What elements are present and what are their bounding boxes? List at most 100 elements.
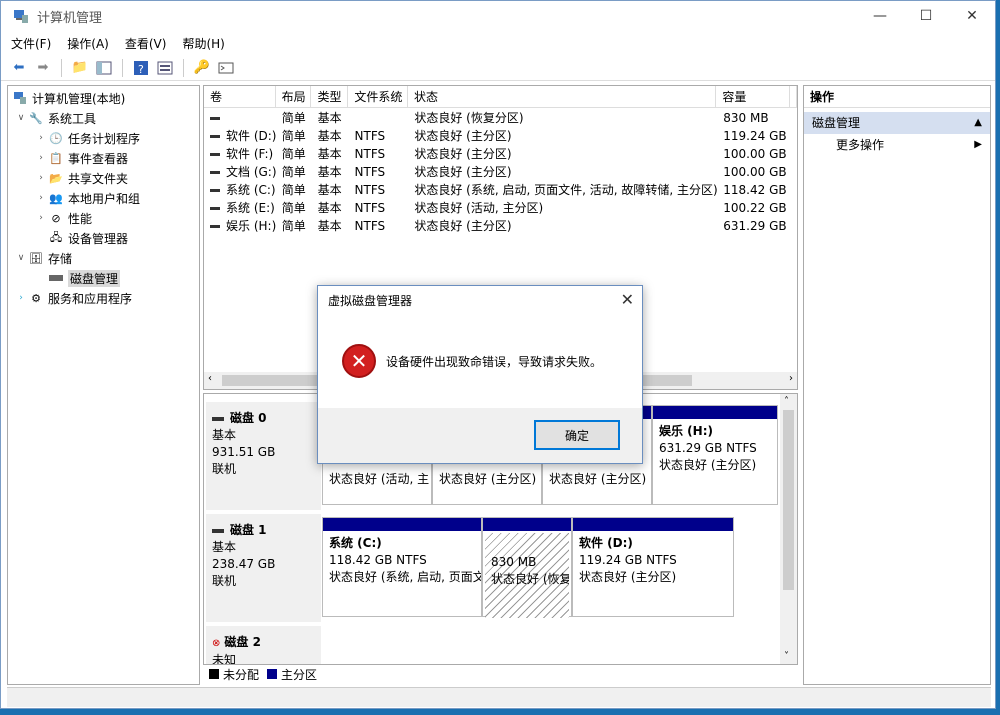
tree-shared-folders[interactable]: › 📂 共享文件夹 <box>34 168 128 188</box>
chevron-down-icon[interactable]: ∨ <box>14 113 28 123</box>
help-icon[interactable]: ? <box>131 58 151 78</box>
tree-performance[interactable]: › ⊘ 性能 <box>34 208 92 228</box>
chevron-right-icon[interactable]: › <box>34 173 48 183</box>
menu-file[interactable]: 文件(F) <box>11 35 51 52</box>
scroll-right-icon[interactable]: › <box>789 373 793 384</box>
col-volume[interactable]: 卷 <box>204 86 276 107</box>
col-status[interactable]: 状态 <box>408 86 717 107</box>
tree-services-label: 服务和应用程序 <box>48 291 133 306</box>
tree-performance-label: 性能 <box>68 211 93 226</box>
volume-cell-status: 状态良好 (主分区) <box>414 129 512 143</box>
col-extra[interactable] <box>790 86 797 107</box>
volume-row[interactable]: 软件 (D:) 简单基本 NTFS 状态良好 (主分区) 119.24 GB 1 <box>204 127 797 145</box>
volume-row[interactable]: 系统 (C:) 简单 基本 NTFS 状态良好 (系统, 启动, 页面文件, 活动, 故… <box>204 181 797 199</box>
tree-storage[interactable]: ∨ 🗄 存储 <box>14 248 72 268</box>
disk1-partition-c[interactable]: 系统 (C:) 118.42 GB NTFS 状态良好 (系统, 启动, 页面文 <box>322 517 482 617</box>
dialog-close-button[interactable]: ✕ <box>621 290 634 309</box>
tree-services[interactable]: › ⚙ 服务和应用程序 <box>14 288 132 308</box>
menu-bar: 文件(F) 操作(A) 查看(V) 帮助(H) <box>1 32 995 54</box>
tree-shared-folders-label: 共享文件夹 <box>68 171 129 186</box>
menu-action[interactable]: 操作(A) <box>67 35 109 52</box>
volume-cell-fs: NTFS <box>354 183 386 197</box>
maximize-button[interactable]: ☐ <box>903 1 949 31</box>
volume-cell-vol: 软件 (F:) <box>204 145 276 163</box>
minimize-button[interactable]: — <box>857 1 903 31</box>
volume-cell-vol <box>204 109 276 127</box>
chevron-right-icon[interactable]: › <box>34 153 48 163</box>
tree-disk-management-label: 磁盘管理 <box>68 269 121 287</box>
scroll-thumb[interactable] <box>783 410 794 590</box>
col-layout[interactable]: 布局 <box>276 86 312 107</box>
chevron-right-icon[interactable]: › <box>34 193 48 203</box>
chevron-right-icon[interactable]: › <box>34 213 48 223</box>
volume-cell-extra: 6 <box>791 181 797 199</box>
volume-row[interactable]: 系统 (E:) 简单基本 NTFS 状态良好 (活动, 主分区) 100.22 GB 1 <box>204 199 797 217</box>
navigation-tree: 计算机管理(本地) ∨ 🔧 系统工具 › 🕒 任务计划程序 › 📋 事件查看器 › 📂 共享文件… <box>7 85 200 685</box>
actions-disk-management[interactable]: 磁盘管理 ▲ <box>804 112 990 134</box>
forward-icon[interactable]: ➡ <box>33 58 53 78</box>
toolbar-divider <box>61 58 62 77</box>
volume-cell-layout: 简单 <box>281 147 306 161</box>
partition-name <box>491 537 563 554</box>
chevron-right-icon[interactable]: › <box>34 133 48 143</box>
volume-cell-type: 基本 <box>317 183 342 197</box>
volume-row[interactable]: 娱乐 (H:) 简单基本 NTFS 状态良好 (主分区) 631.29 GB 5 <box>204 217 797 235</box>
close-button[interactable]: ✕ <box>949 1 995 31</box>
disk2-label[interactable]: ⊗ 磁盘 2 未知 <box>206 626 321 664</box>
actions-more[interactable]: 更多操作 ▶ <box>804 134 990 156</box>
volume-cell-fs: NTFS <box>354 129 386 143</box>
show-hide-tree-icon[interactable] <box>94 58 114 78</box>
menu-view[interactable]: 查看(V) <box>125 35 167 52</box>
disk0-partition-h[interactable]: 娱乐 (H:) 631.29 GB NTFS 状态良好 (主分区) <box>652 405 778 505</box>
tree-root[interactable]: 计算机管理(本地) <box>12 88 125 108</box>
volume-cell-status: 状态良好 (活动, 主分区) <box>414 201 544 215</box>
disk1-partition-recovery[interactable]: 830 MB 状态良好 (恢复 <box>482 517 572 618</box>
tree-disk-management[interactable]: 磁盘管理 <box>48 268 121 288</box>
error-icon: ✕ <box>342 344 376 378</box>
volume-name: 软件 (F:) <box>226 147 274 161</box>
volume-cell-vol: 娱乐 (H:) <box>204 217 276 235</box>
col-filesystem[interactable]: 文件系统 <box>348 86 409 107</box>
col-capacity[interactable]: 容量 <box>716 86 790 107</box>
console-icon[interactable] <box>216 58 236 78</box>
tree-event-viewer[interactable]: › 📋 事件查看器 <box>34 148 128 168</box>
partition-status: 状态良好 (主分区) <box>579 570 677 584</box>
properties-icon[interactable] <box>155 58 175 78</box>
tree-task-scheduler[interactable]: › 🕒 任务计划程序 <box>34 128 140 148</box>
tree-system-tools-label: 系统工具 <box>48 111 97 126</box>
collapse-up-icon[interactable]: ▲ <box>974 112 982 134</box>
volume-cell-layout: 简单 <box>281 201 306 215</box>
volume-cell-cap: 118.42 GB <box>723 183 787 197</box>
volume-cell-extra: 1 <box>791 145 797 163</box>
scroll-up-icon[interactable]: ˄ <box>784 396 789 407</box>
status-bar <box>7 687 991 707</box>
disk0-label[interactable]: 磁盘 0 基本 931.51 GB 联机 <box>206 402 321 510</box>
vertical-scrollbar[interactable]: ˄ ˅ <box>780 394 797 664</box>
scroll-left-icon[interactable]: ‹ <box>208 373 212 384</box>
tree-system-tools[interactable]: ∨ 🔧 系统工具 <box>14 108 96 128</box>
actions-pane: 操作 磁盘管理 ▲ 更多操作 ▶ <box>803 85 991 685</box>
disk1-partition-d[interactable]: 软件 (D:) 119.24 GB NTFS 状态良好 (主分区) <box>572 517 734 617</box>
chevron-down-icon[interactable]: ∨ <box>14 253 28 263</box>
scroll-down-icon[interactable]: ˅ <box>784 651 789 662</box>
col-type[interactable]: 类型 <box>311 86 349 107</box>
disk1-label[interactable]: 磁盘 1 基本 238.47 GB 联机 <box>206 514 321 622</box>
up-folder-icon[interactable]: 📁 <box>70 58 90 78</box>
partition-name: 系统 (C:) <box>329 536 382 550</box>
volume-icon <box>210 224 220 228</box>
tree-local-users[interactable]: › 👥 本地用户和组 <box>34 188 140 208</box>
volume-icon <box>210 170 220 174</box>
tree-device-manager[interactable]: 🖧 设备管理器 <box>48 228 128 248</box>
back-icon[interactable]: ⬅ <box>9 58 29 78</box>
volume-row[interactable]: 简单基本 状态良好 (恢复分区) 830 MB 8 <box>204 109 797 127</box>
actions-header: 操作 <box>804 86 990 108</box>
volume-row[interactable]: 软件 (F:) 简单基本 NTFS 状态良好 (主分区) 100.00 GB 1 <box>204 145 797 163</box>
legend-primary: 主分区 <box>281 667 318 682</box>
dialog-message-area: ✕ 设备硬件出现致命错误，导致请求失败。 <box>342 344 602 378</box>
volume-row[interactable]: 文档 (G:) 简单基本 NTFS 状态良好 (主分区) 100.00 GB 6 <box>204 163 797 181</box>
menu-help[interactable]: 帮助(H) <box>182 35 224 52</box>
connect-icon[interactable]: 🔑 <box>192 58 212 78</box>
ok-button[interactable]: 确定 <box>534 420 620 450</box>
submenu-arrow-icon: ▶ <box>974 139 982 150</box>
chevron-right-icon[interactable]: › <box>14 293 28 303</box>
